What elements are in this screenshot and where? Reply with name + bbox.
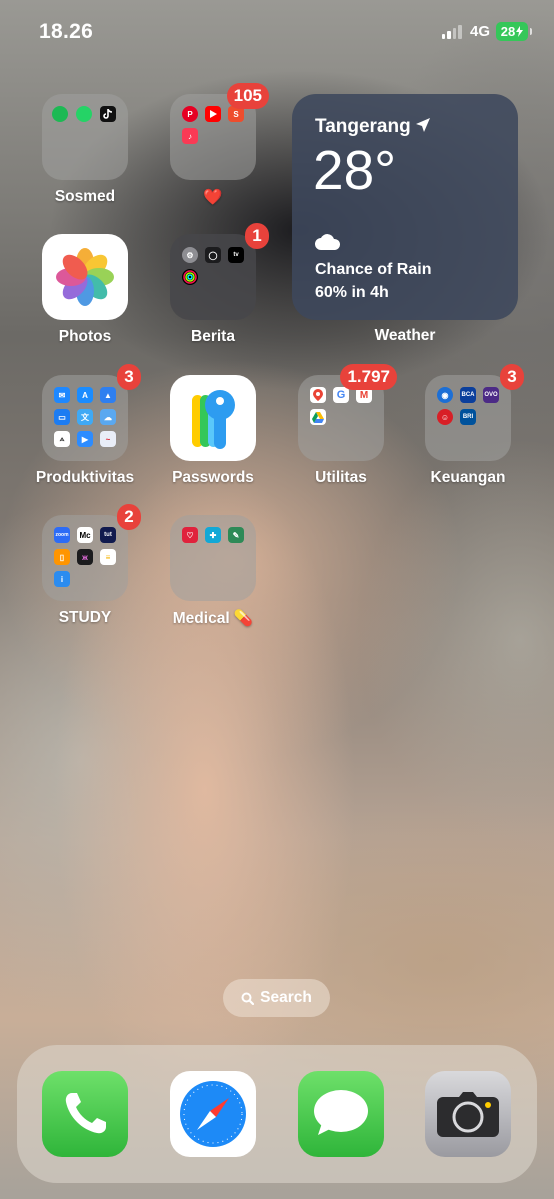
weather-city: Tangerang: [315, 116, 411, 137]
ip-icon: i: [54, 571, 70, 587]
mail-icon: ✉: [54, 387, 70, 403]
weather-widget-label: Weather: [374, 327, 436, 344]
butterfly-icon: ж: [77, 549, 93, 565]
folder-keuangan[interactable]: ◉ BCA OVO ☺ BRI 3 Keuangan: [408, 364, 528, 487]
search-label: Search: [260, 989, 312, 1006]
google-drive-icon: [310, 409, 326, 425]
phone-icon[interactable]: [42, 1071, 128, 1157]
messages-icon[interactable]: [298, 1071, 384, 1157]
folder-utilitas[interactable]: G M 1.797 Utilitas: [281, 364, 401, 487]
dock: [17, 1045, 537, 1183]
folder-favorites-badge: 105: [226, 83, 269, 109]
folder-keuangan-badge: 3: [500, 364, 524, 390]
spotify-icon: [52, 106, 68, 122]
whatsapp-icon: [76, 106, 92, 122]
hospital-icon: ✚: [205, 527, 221, 543]
fitness-icon: [182, 269, 198, 285]
app-photos-label: Photos: [58, 328, 112, 345]
folder-sosmed[interactable]: Sosmed: [25, 94, 145, 206]
watch-icon: ◯: [205, 247, 221, 263]
passwords-icon[interactable]: [170, 375, 256, 461]
zoom-icon: ▶: [77, 431, 93, 447]
folder-produktivitas-tile[interactable]: ✉ A ▲ ▭ 文 ☁ ⟑ ▶ ~ 3: [42, 364, 141, 461]
cloud-icon: [315, 234, 341, 255]
brimo-icon: BRI: [460, 409, 476, 425]
freeform-icon: ~: [100, 431, 116, 447]
cellular-signal-icon: [441, 24, 462, 39]
folder-study-label: STUDY: [58, 609, 112, 626]
weather-condition-line1: Chance of Rain: [315, 261, 432, 278]
appstore-icon: A: [77, 387, 93, 403]
folder-utilitas-label: Utilitas: [315, 469, 367, 486]
battery-icon: 28: [496, 22, 532, 41]
google-maps-icon: [310, 387, 326, 403]
folder-medical[interactable]: ♡ ✚ ✎ Medical 💊: [153, 515, 273, 628]
status-indicators: 4G 28: [441, 22, 532, 41]
photos-icon[interactable]: [42, 234, 128, 320]
weather-widget[interactable]: Tangerang 28° Chance of Rain 60% in 4h: [292, 94, 518, 320]
location-arrow-icon: [415, 116, 430, 138]
search-button[interactable]: Search: [223, 979, 330, 1017]
icloud-icon: ☁: [100, 409, 116, 425]
folder-favorites-tile[interactable]: P S ♪ 105: [170, 83, 269, 180]
maps-icon: ⟑: [54, 431, 70, 447]
weather-temperature: 28°: [313, 139, 397, 201]
camera-icon[interactable]: [425, 1071, 511, 1157]
appletv-icon: tv: [228, 247, 244, 263]
folder-produktivitas[interactable]: ✉ A ▲ ▭ 文 ☁ ⟑ ▶ ~ 3 Produktivitas: [25, 364, 145, 487]
medicine-icon: ✎: [228, 527, 244, 543]
weather-condition-line2: 60% in 4h: [315, 284, 389, 301]
folder-sosmed-tile[interactable]: [42, 94, 128, 180]
weather-city-row: Tangerang: [315, 116, 430, 138]
notes-icon: ≡: [100, 549, 116, 565]
folder-favorites-label: ❤️: [203, 189, 223, 206]
ovo-icon: OVO: [483, 387, 499, 403]
folder-study-tile[interactable]: zoom Mc tut ▯ ж ≡ i 2: [42, 504, 141, 601]
folder-produktivitas-badge: 3: [117, 364, 141, 390]
folder-medical-label: Medical 💊: [172, 610, 254, 627]
folder-berita-label: Berita: [191, 328, 235, 345]
tiktok-icon: [100, 106, 116, 122]
network-type: 4G: [469, 23, 490, 40]
translate-icon: 文: [77, 409, 93, 425]
weather-condition: Chance of Rain 60% in 4h: [315, 258, 431, 304]
folder-berita-badge: 1: [245, 223, 269, 249]
app-passwords-label: Passwords: [172, 469, 254, 486]
mendeley-icon: Mc: [77, 527, 93, 543]
folder-medical-tile[interactable]: ♡ ✚ ✎: [170, 515, 256, 601]
mascot-icon: ☺: [437, 409, 453, 425]
app-passwords[interactable]: Passwords: [153, 375, 273, 487]
battery-level: 28: [500, 24, 516, 39]
files-icon: ▭: [54, 409, 70, 425]
zoom-workplace-icon: zoom: [54, 527, 70, 543]
music-icon: ♪: [182, 128, 198, 144]
folder-study-badge: 2: [117, 504, 141, 530]
search-icon: [241, 992, 255, 1005]
books-icon: ▯: [54, 549, 70, 565]
safari-icon[interactable]: [170, 1071, 256, 1157]
wallet-icon: ◉: [437, 387, 453, 403]
folder-keuangan-label: Keuangan: [430, 469, 506, 486]
app-photos[interactable]: Photos: [25, 234, 145, 346]
folder-study[interactable]: zoom Mc tut ▯ ж ≡ i 2 STUDY: [25, 504, 145, 627]
folder-favorites[interactable]: P S ♪ 105 ❤️: [153, 83, 273, 207]
folder-produktivitas-label: Produktivitas: [35, 469, 135, 486]
tuton-icon: tut: [100, 527, 116, 543]
health-app-icon: ♡: [182, 527, 198, 543]
folder-keuangan-tile[interactable]: ◉ BCA OVO ☺ BRI 3: [425, 364, 524, 461]
folder-utilitas-tile[interactable]: G M 1.797: [298, 364, 397, 461]
status-time: 18.26: [39, 20, 94, 43]
folder-berita[interactable]: ⚙ ◯ tv 1 Berita: [153, 223, 273, 346]
youtube-icon: [205, 106, 221, 122]
settings-icon: ⚙: [182, 247, 198, 263]
folder-sosmed-label: Sosmed: [54, 188, 116, 205]
folder-utilitas-badge: 1.797: [340, 364, 397, 390]
pinterest-icon: P: [182, 106, 198, 122]
bca-mobile-icon: BCA: [460, 387, 476, 403]
google-icon: G: [333, 387, 349, 403]
folder-berita-tile[interactable]: ⚙ ◯ tv 1: [170, 223, 269, 320]
keynote-icon: ▲: [100, 387, 116, 403]
